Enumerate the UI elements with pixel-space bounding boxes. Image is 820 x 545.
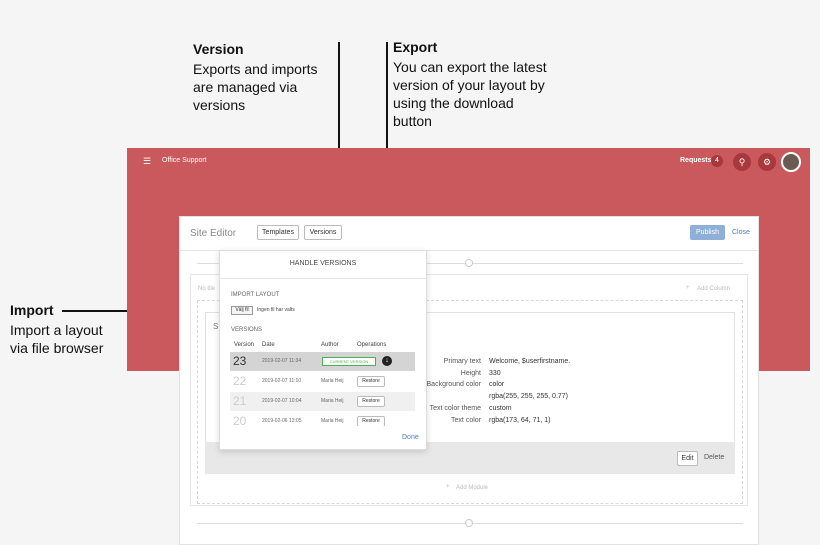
close-link[interactable]: Close: [732, 229, 750, 236]
property-value: custom: [489, 405, 512, 412]
column-header: Author: [321, 342, 339, 348]
search-icon[interactable]: ⚲: [733, 153, 751, 171]
import-annotation-title: Import: [10, 302, 54, 318]
versions-button[interactable]: Versions: [304, 225, 342, 240]
app-title[interactable]: Office Support: [162, 157, 207, 164]
version-date: 2019-02-06 13:05: [262, 418, 302, 424]
column-header: Version: [234, 342, 255, 348]
restore-button[interactable]: Restore: [357, 396, 385, 407]
version-row-current[interactable]: 23 2019-02-07 11:34 CURRENT VERSION ↓: [230, 352, 415, 371]
export-annotation-line: version of your layout by: [393, 77, 545, 93]
done-link[interactable]: Done: [402, 434, 419, 441]
version-date: 2019-02-07 10:04: [262, 398, 302, 404]
module-card-letter: S: [213, 322, 219, 331]
current-version-badge: CURRENT VERSION: [322, 357, 376, 366]
requests-link[interactable]: Requests: [680, 157, 712, 164]
version-number: 20: [233, 414, 247, 426]
add-column-link[interactable]: Add Column: [697, 286, 730, 292]
version-number: 22: [233, 374, 247, 388]
avatar[interactable]: [781, 152, 801, 172]
column-header: Operations: [357, 342, 387, 348]
property-value: rgba(173, 64, 71, 1): [489, 417, 551, 424]
requests-count-badge: 4: [711, 155, 723, 167]
version-date: 2019-02-07 11:10: [262, 378, 302, 384]
restore-button[interactable]: Restore: [357, 376, 385, 387]
version-row[interactable]: 22 2019-02-07 11:10 Maria Heij Restore: [230, 372, 415, 391]
plus-icon: +: [446, 484, 450, 490]
version-row[interactable]: 20 2019-02-06 13:05 Maria Heij Restore: [230, 412, 415, 426]
version-annotation-line: versions: [193, 97, 246, 113]
export-annotation-line: You can export the latest: [393, 59, 547, 75]
version-annotation-line: Exports and imports: [193, 61, 318, 77]
export-annotation-line: button: [393, 113, 432, 129]
delete-link[interactable]: Delete: [704, 454, 724, 461]
version-date: 2019-02-07 11:34: [262, 358, 302, 364]
version-annotation-line: are managed via: [193, 79, 298, 95]
versions-panel-heading: HANDLE VERSIONS: [289, 260, 357, 267]
drag-handle[interactable]: [465, 259, 473, 267]
edit-button[interactable]: Edit: [677, 451, 698, 466]
import-layout-label: IMPORT LAYOUT: [231, 292, 280, 298]
export-annotation-line: using the download: [393, 95, 514, 111]
restore-button[interactable]: Restore: [357, 416, 385, 426]
version-annotation-title: Version: [193, 41, 244, 57]
property-value: rgba(255, 255, 255, 0.77): [489, 393, 569, 400]
versions-section-label: VERSIONS: [231, 327, 263, 333]
version-author: Maria Heij: [321, 418, 344, 424]
property-value: color: [489, 381, 505, 388]
drag-handle[interactable]: [465, 519, 473, 527]
file-status: Ingen fil har valts: [257, 307, 295, 313]
editor-title: Site Editor: [190, 228, 237, 239]
version-number: 21: [233, 394, 247, 408]
plus-icon: +: [686, 285, 690, 291]
choose-file-button[interactable]: Välj fil: [231, 306, 253, 315]
publish-button[interactable]: Publish: [690, 225, 725, 240]
import-annotation-line: Import a layout: [10, 322, 103, 338]
download-icon[interactable]: ↓: [382, 356, 392, 366]
export-annotation-title: Export: [393, 39, 438, 55]
gear-icon[interactable]: ⚙: [758, 153, 776, 171]
property-value: Welcome, $userfirstname.: [489, 358, 571, 365]
version-row[interactable]: 21 2019-02-07 10:04 Maria Heij Restore: [230, 392, 415, 411]
row-label: No tile: [198, 286, 216, 292]
templates-button[interactable]: Templates: [257, 225, 299, 240]
version-number: 23: [233, 354, 247, 368]
hamburger-icon[interactable]: ☰: [143, 156, 151, 167]
column-header: Date: [262, 342, 275, 348]
version-author: Maria Heij: [321, 398, 344, 404]
add-module-link[interactable]: Add Module: [456, 485, 488, 491]
version-author: Maria Heij: [321, 378, 344, 384]
property-value: 330: [489, 370, 501, 377]
import-annotation-line: via file browser: [10, 340, 104, 356]
panel-divider: [219, 278, 427, 279]
